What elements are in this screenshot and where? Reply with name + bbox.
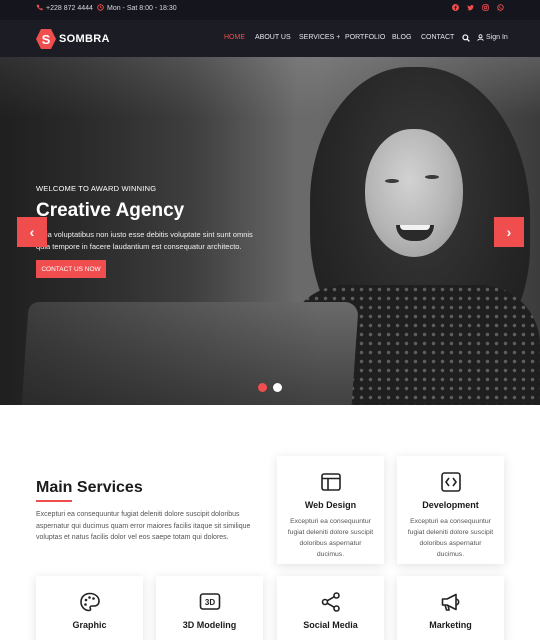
nav-item-portfolio[interactable]: PORTFOLIO <box>345 34 385 41</box>
hero-slider: WELCOME TO AWARD WINNING Creative Agency… <box>0 57 540 405</box>
hero-description: Quia voluptatibus non iusto esse debitis… <box>36 230 253 251</box>
hero-title: Creative Agency <box>36 200 185 221</box>
share-icon <box>277 592 384 618</box>
contact-us-button[interactable]: CONTACT US NOW <box>36 260 106 278</box>
service-card-social-media[interactable]: Social Media <box>277 576 384 640</box>
services-title: Main Services <box>36 479 143 496</box>
hero-image-eye <box>385 179 399 183</box>
megaphone-icon <box>397 592 504 618</box>
sign-in-link[interactable]: Sign In <box>477 34 508 41</box>
services-description: Excepturi ea consequuntur fugiat delenit… <box>36 511 251 541</box>
chevron-right-icon: › <box>506 224 512 240</box>
services-title-underline <box>36 500 72 502</box>
service-card-3d-modeling[interactable]: 3D 3D Modeling <box>156 576 263 640</box>
service-card-title: Development <box>422 500 479 510</box>
user-icon <box>477 34 484 41</box>
service-card-graphic[interactable]: Graphic <box>36 576 143 640</box>
main-navbar: S SOMBRA HOME ABOUT US SERVICES + PORTFO… <box>0 20 540 57</box>
nav-item-about-us[interactable]: ABOUT US <box>255 34 291 41</box>
phone-number: +228 872 4444 <box>46 5 93 12</box>
hero-kicker: WELCOME TO AWARD WINNING <box>36 184 157 193</box>
nav-menu: HOME ABOUT US SERVICES + PORTFOLIO BLOG … <box>0 34 540 46</box>
hours-info: Mon - Sat 8:00 - 18:30 <box>97 4 177 13</box>
nav-item-services[interactable]: SERVICES + <box>299 34 340 41</box>
instagram-icon[interactable] <box>482 4 489 11</box>
phone-icon <box>36 4 43 13</box>
slider-dot-active[interactable] <box>258 383 267 392</box>
nav-item-home[interactable]: HOME <box>224 34 245 41</box>
slider-next-button[interactable]: › <box>494 217 524 247</box>
service-card-description: Excepturi ea consequuntur fugiat delenit… <box>407 518 494 558</box>
service-card-development[interactable]: Development Excepturi ea consequuntur fu… <box>397 456 504 564</box>
service-card-title: 3D Modeling <box>182 620 237 630</box>
top-bar: +228 872 4444 Mon - Sat 8:00 - 18:30 <box>0 0 540 20</box>
service-card-title: Social Media <box>303 620 358 630</box>
palette-icon <box>36 592 143 618</box>
whatsapp-icon[interactable] <box>497 4 504 11</box>
phone-info[interactable]: +228 872 4444 <box>36 4 93 13</box>
slider-prev-button[interactable]: ‹ <box>17 217 47 247</box>
code-icon <box>397 472 504 498</box>
opening-hours: Mon - Sat 8:00 - 18:30 <box>107 5 177 12</box>
search-icon[interactable] <box>462 34 470 44</box>
service-card-title: Graphic <box>72 620 107 630</box>
service-card-title: Marketing <box>429 620 472 630</box>
nav-item-blog[interactable]: BLOG <box>392 34 411 41</box>
twitter-icon[interactable] <box>467 4 474 11</box>
social-links <box>452 4 504 11</box>
svg-text:3D: 3D <box>204 598 214 607</box>
sign-in-label: Sign In <box>486 34 508 41</box>
service-card-description: Excepturi ea consequuntur fugiat delenit… <box>287 518 374 558</box>
clock-icon <box>97 4 104 13</box>
browser-window-icon <box>277 472 384 498</box>
facebook-icon[interactable] <box>452 4 459 11</box>
service-card-web-design[interactable]: Web Design Excepturi ea consequuntur fug… <box>277 456 384 564</box>
nav-item-contact[interactable]: CONTACT <box>421 34 454 41</box>
hero-image-teeth <box>400 225 430 230</box>
3d-icon: 3D <box>156 592 263 618</box>
slider-dot[interactable] <box>273 383 282 392</box>
chevron-left-icon: ‹ <box>29 224 35 240</box>
service-card-marketing[interactable]: Marketing <box>397 576 504 640</box>
service-card-title: Web Design <box>304 500 357 510</box>
hero-image-eye <box>425 175 439 179</box>
